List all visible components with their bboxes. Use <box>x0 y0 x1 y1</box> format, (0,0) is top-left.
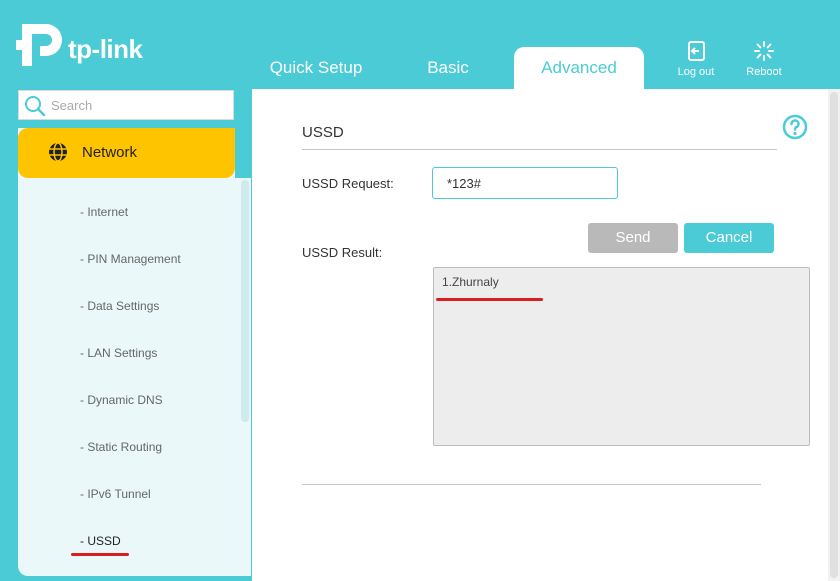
sidebar-item-lan-settings[interactable]: - LAN Settings <box>80 346 157 360</box>
ussd-request-label: USSD Request: <box>302 176 394 191</box>
sidebar-item-dynamic-dns[interactable]: - Dynamic DNS <box>80 393 163 407</box>
cancel-button[interactable]: Cancel <box>684 223 774 253</box>
ussd-result-box <box>433 267 810 446</box>
ussd-highlight-mark <box>71 553 129 556</box>
sidebar-item-ussd[interactable]: - USSD <box>80 534 121 548</box>
tab-basic[interactable]: Basic <box>410 47 486 89</box>
send-button[interactable]: Send <box>588 223 678 253</box>
sidebar-section-network[interactable]: Network <box>18 128 235 178</box>
help-icon[interactable] <box>782 114 808 140</box>
main-scrollbar-thumb[interactable] <box>830 92 838 578</box>
tab-quick-setup[interactable]: Quick Setup <box>260 47 372 89</box>
bottom-divider <box>302 484 761 485</box>
search-icon <box>25 96 46 117</box>
logout-button[interactable]: Log out <box>666 40 726 78</box>
ussd-request-input[interactable] <box>432 167 618 199</box>
sidebar-item-internet[interactable]: - Internet <box>80 205 128 219</box>
page-title: USSD <box>302 124 344 141</box>
sidebar-item-static-routing[interactable]: - Static Routing <box>80 440 162 454</box>
tab-advanced[interactable]: Advanced <box>514 47 644 89</box>
reboot-button[interactable]: Reboot <box>734 40 794 78</box>
ussd-result-text: 1.Zhurnaly <box>442 275 499 289</box>
sidebar-item-pin-management[interactable]: - PIN Management <box>80 252 181 266</box>
logout-icon <box>688 41 705 61</box>
title-divider <box>302 149 777 150</box>
search-box[interactable] <box>18 90 234 120</box>
sidebar: Network - Internet - PIN Management - Da… <box>18 128 235 576</box>
sidebar-item-ipv6-tunnel[interactable]: - IPv6 Tunnel <box>80 487 151 501</box>
sidebar-item-data-settings[interactable]: - Data Settings <box>80 299 159 313</box>
logout-label: Log out <box>677 66 715 78</box>
globe-icon <box>49 142 67 162</box>
sidebar-scrollbar-thumb[interactable] <box>241 180 249 422</box>
sidebar-section-label: Network <box>82 144 138 161</box>
search-input[interactable] <box>51 91 231 119</box>
reboot-label: Reboot <box>746 66 782 78</box>
tp-link-logo: tp-link <box>16 20 156 70</box>
logo-mark-icon <box>16 24 62 66</box>
ussd-result-label: USSD Result: <box>302 245 383 260</box>
brand-name: tp-link <box>68 34 143 64</box>
result-highlight-mark <box>436 298 543 301</box>
reboot-icon <box>754 41 774 61</box>
